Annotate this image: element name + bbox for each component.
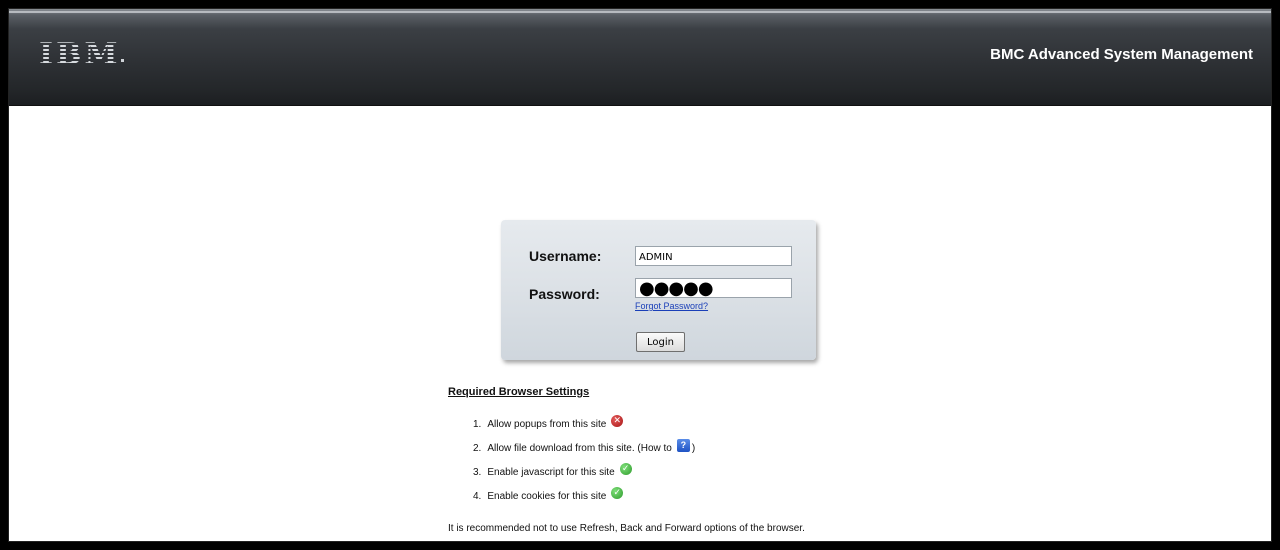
item-number: 2. bbox=[473, 442, 482, 454]
item-number: 1. bbox=[473, 418, 482, 430]
username-input[interactable] bbox=[635, 246, 792, 266]
page-frame: IBM BMC Advanced System Management Usern… bbox=[8, 8, 1272, 542]
item-suffix: ) bbox=[691, 442, 696, 454]
requirements-list: 1. Allow popups from this site ✕ 2. Allo… bbox=[473, 412, 695, 508]
login-button[interactable]: Login bbox=[636, 332, 685, 352]
logo-dot bbox=[121, 59, 124, 62]
ibm-logo: IBM bbox=[39, 37, 121, 72]
item-number: 3. bbox=[473, 466, 482, 478]
check-icon: ✓ bbox=[619, 463, 632, 475]
header-bar: IBM BMC Advanced System Management bbox=[9, 9, 1271, 106]
item-number: 4. bbox=[473, 490, 482, 502]
browser-recommendation-note: It is recommended not to use Refresh, Ba… bbox=[448, 523, 805, 534]
requirement-item-popups: 1. Allow popups from this site ✕ bbox=[473, 412, 695, 436]
username-label: Username: bbox=[529, 248, 602, 264]
help-icon[interactable]: ? bbox=[676, 438, 690, 452]
requirement-item-javascript: 3. Enable javascript for this site ✓ bbox=[473, 460, 695, 484]
item-text: Enable javascript for this site bbox=[487, 466, 615, 478]
forgot-password-link[interactable]: Forgot Password? bbox=[635, 301, 708, 311]
app-title: BMC Advanced System Management bbox=[990, 46, 1253, 63]
header-highlight bbox=[9, 11, 1271, 13]
requirement-item-cookies: 4. Enable cookies for this site ✓ bbox=[473, 484, 695, 508]
item-text: Allow popups from this site bbox=[487, 418, 607, 430]
login-panel: Username: Password: Forgot Password? Log… bbox=[501, 220, 816, 360]
password-input[interactable] bbox=[635, 278, 792, 298]
error-icon: ✕ bbox=[611, 415, 624, 427]
password-label: Password: bbox=[529, 286, 600, 302]
item-text: Allow file download from this site. (How… bbox=[487, 442, 672, 454]
check-icon: ✓ bbox=[611, 487, 624, 499]
requirement-item-download: 2. Allow file download from this site. (… bbox=[473, 436, 695, 460]
item-text: Enable cookies for this site bbox=[487, 490, 607, 502]
required-settings-title: Required Browser Settings bbox=[448, 386, 590, 398]
